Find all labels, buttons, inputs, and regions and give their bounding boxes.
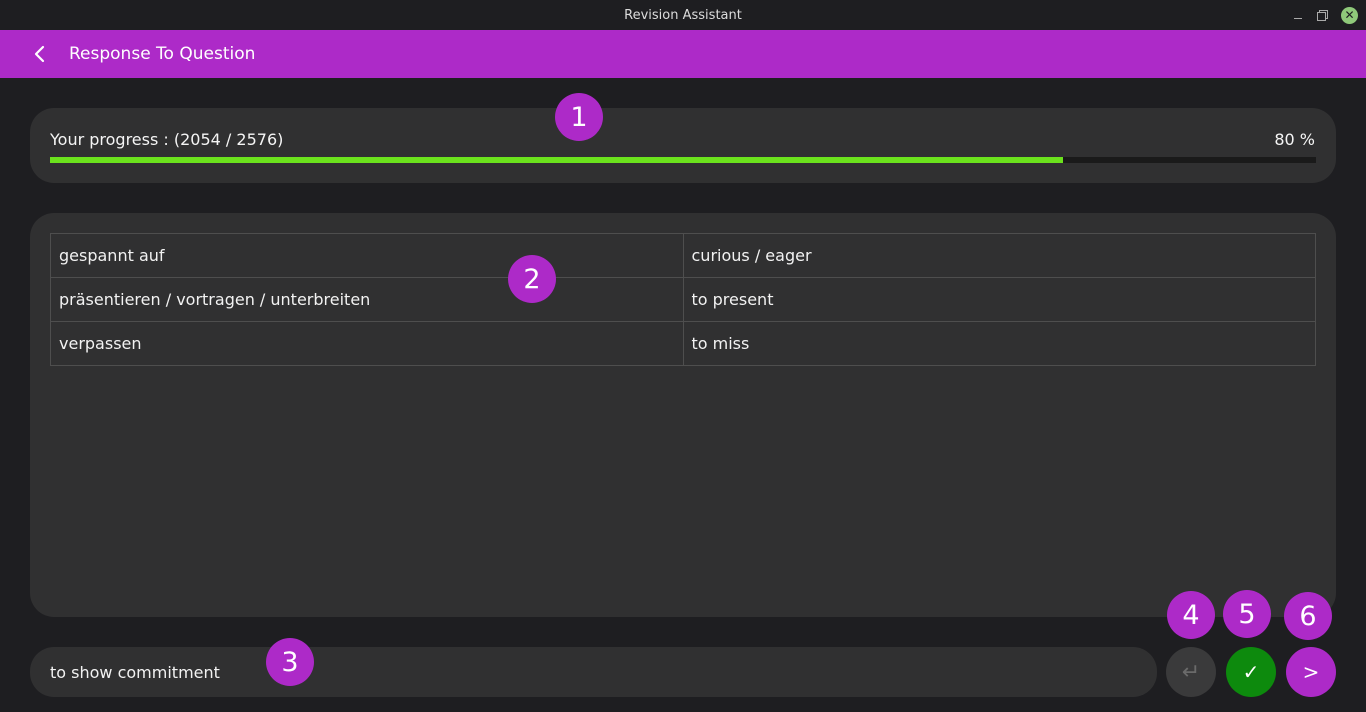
window-titlebar: Revision Assistant ✕: [0, 0, 1366, 30]
return-button[interactable]: ↵: [1166, 647, 1216, 697]
english-term-cell: to miss: [682, 321, 1316, 366]
callout-marker-3: 3: [266, 638, 314, 686]
progress-label: Your progress : (2054 / 2576): [50, 130, 284, 149]
german-term-cell: gespannt auf: [50, 233, 684, 278]
close-icon[interactable]: ✕: [1341, 6, 1358, 24]
check-button[interactable]: ✓: [1226, 647, 1276, 697]
vocab-table: gespannt auf curious / eager präsentieren …: [50, 233, 1316, 366]
callout-marker-1: 1: [555, 93, 603, 141]
progress-bar-fill: [50, 157, 1063, 163]
callout-marker-2: 2: [508, 255, 556, 303]
table-row: gespannt auf curious / eager: [50, 233, 1316, 278]
minimize-icon[interactable]: [1293, 10, 1303, 20]
answer-box[interactable]: [30, 647, 1157, 697]
table-row: verpassen to miss: [50, 321, 1316, 366]
app-header: Response To Question: [0, 30, 1366, 78]
progress-bar: [50, 157, 1316, 163]
table-row: präsentieren / vortragen / unterbreiten t…: [50, 277, 1316, 322]
chevron-left-icon: [34, 45, 45, 63]
progress-card: Your progress : (2054 / 2576) 80 %: [30, 108, 1336, 183]
next-button[interactable]: >: [1286, 647, 1336, 697]
progress-percent: 80 %: [1274, 130, 1315, 149]
english-term-cell: curious / eager: [682, 233, 1316, 278]
callout-marker-5: 5: [1223, 590, 1271, 638]
check-icon: ✓: [1242, 660, 1260, 684]
return-icon: ↵: [1181, 659, 1201, 685]
maximize-icon[interactable]: [1317, 10, 1328, 21]
callout-marker-4: 4: [1167, 591, 1215, 639]
answer-input[interactable]: [50, 662, 1130, 682]
page-title: Response To Question: [69, 44, 256, 64]
window-controls: ✕: [1293, 0, 1358, 30]
german-term-cell: präsentieren / vortragen / unterbreiten: [50, 277, 684, 322]
callout-marker-6: 6: [1284, 592, 1332, 640]
window-title: Revision Assistant: [624, 7, 742, 23]
back-button[interactable]: [25, 39, 55, 69]
vocab-card: gespannt auf curious / eager präsentieren …: [30, 213, 1336, 617]
german-term-cell: verpassen: [50, 321, 684, 366]
next-icon: >: [1302, 660, 1320, 684]
english-term-cell: to present: [682, 277, 1316, 322]
